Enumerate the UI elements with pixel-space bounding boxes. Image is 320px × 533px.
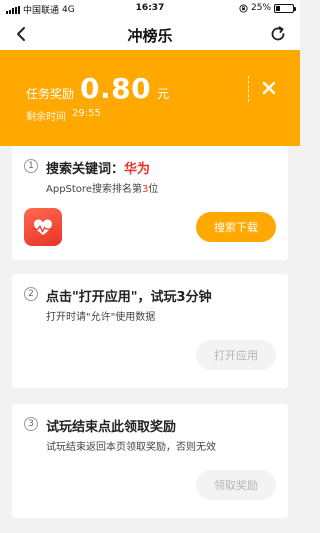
step-number: 2 (24, 287, 38, 301)
refresh-icon[interactable] (268, 24, 288, 44)
battery-icon (274, 3, 296, 13)
status-right: 25% (239, 3, 296, 13)
step-description: AppStore搜索排名第3位 (46, 180, 158, 195)
step-number: 1 (24, 159, 38, 173)
reward-amount: 0.80 (80, 72, 152, 105)
step-card-open-app: 2 点击"打开应用"，试玩3分钟 打开时请"允许"使用数据 打开应用 (12, 274, 288, 388)
open-app-button[interactable]: 打开应用 (196, 340, 276, 370)
remaining-time-value: 29:55 (72, 108, 101, 119)
close-icon[interactable] (261, 80, 277, 96)
step-card-search: 1 搜索关键词：华为 AppStore搜索排名第3位 搜索下载 (12, 146, 288, 260)
status-bar: 中国联通 4G 16:37 25% (0, 0, 300, 18)
claim-reward-button[interactable]: 领取奖励 (196, 470, 276, 500)
remaining-time-label: 剩余时间 (26, 112, 66, 123)
orientation-lock-icon (239, 3, 248, 13)
search-keyword: 华为 (124, 162, 151, 177)
step-title: 点击"打开应用"，试玩3分钟 (46, 290, 212, 305)
rank-desc-suffix: 位 (148, 184, 159, 195)
reward-banner: 任务奖励 0.80 元 剩余时间 29:55 (0, 50, 300, 146)
remaining-time: 剩余时间 29:55 (26, 108, 101, 123)
rank-desc-prefix: AppStore搜索排名第 (46, 184, 142, 195)
page-title: 冲榜乐 (127, 27, 173, 45)
app-icon (24, 208, 62, 246)
step-card-claim-reward: 3 试玩结束点此领取奖励 试玩结束返回本页领取奖励，否则无效 领取奖励 (12, 404, 288, 518)
step-title: 搜索关键词：华为 (46, 158, 150, 177)
reward-label: 任务奖励 (26, 87, 75, 101)
step-title: 试玩结束点此领取奖励 (46, 420, 177, 435)
step-title-prefix: 搜索关键词： (46, 162, 125, 177)
reward-unit: 元 (157, 87, 170, 101)
reward-line: 任务奖励 0.80 元 (26, 72, 169, 105)
nav-bar: 冲榜乐 (0, 18, 300, 50)
battery-percent: 25% (250, 3, 271, 13)
heart-pulse-icon (32, 219, 54, 235)
banner-divider (248, 76, 249, 102)
step-description: 打开时请"允许"使用数据 (46, 312, 156, 323)
step-number: 3 (24, 417, 38, 431)
step-description: 试玩结束返回本页领取奖励，否则无效 (46, 442, 216, 453)
search-download-button[interactable]: 搜索下载 (196, 212, 276, 242)
